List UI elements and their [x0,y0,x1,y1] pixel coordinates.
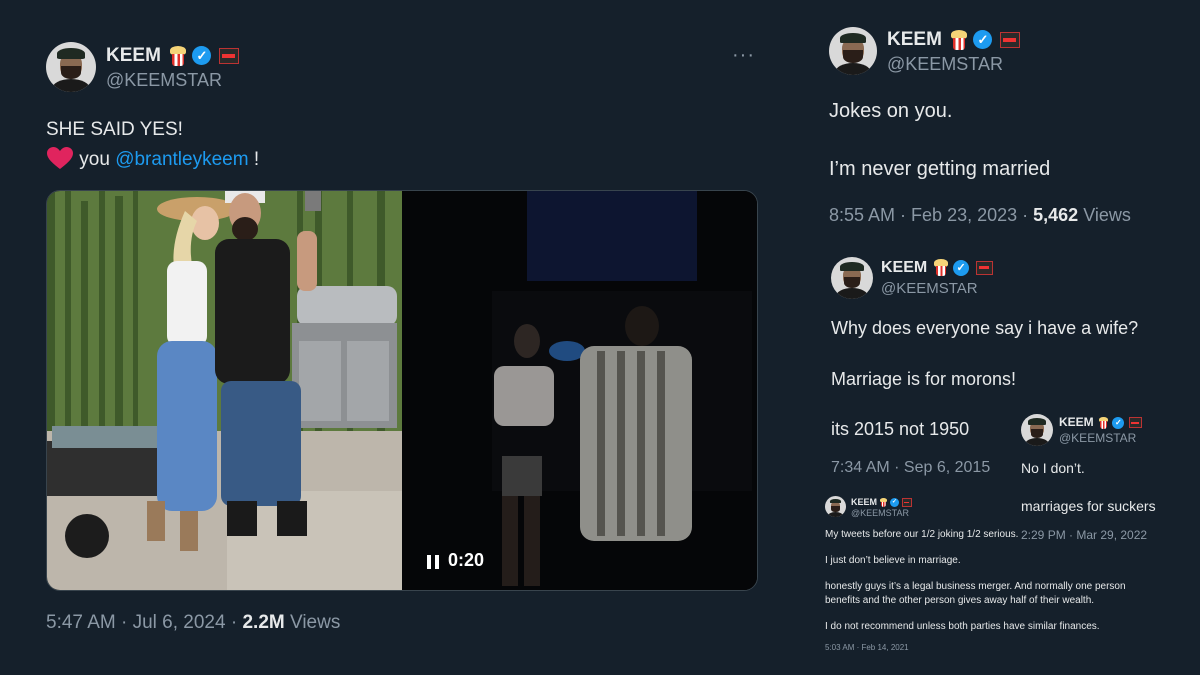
tweet-text-line-5: I do not recommend unless both parties h… [825,621,1100,632]
tweet-date[interactable]: Feb 23, 2023 [911,205,1017,225]
popcorn-emoji-icon [950,29,968,50]
flag-emoji-icon [218,47,239,64]
avatar[interactable] [46,42,96,92]
tweet-text-line-3: honestly guys it’s a legal business merg… [825,581,1126,592]
heart-emoji-icon [47,147,73,169]
display-name[interactable]: KEEM [887,29,942,50]
author-line: KEEM ✓ [851,497,912,508]
pause-button[interactable] [427,555,439,569]
flag-emoji-icon [999,31,1020,48]
pause-icon [427,555,439,569]
tweet-timestamp[interactable]: 5:03 AM · Feb 14, 2021 [825,643,909,652]
author-line: KEEM ✓ [106,45,239,67]
popcorn-emoji-icon [879,498,888,508]
user-handle[interactable]: @KEEMSTAR [881,280,978,297]
video-timestamp: 0:20 [448,550,485,570]
tweet-time[interactable]: 8:55 AM [829,205,895,225]
flag-emoji-icon [901,498,912,508]
engagement-photo[interactable] [47,191,402,590]
tweet-text-line-1: My tweets before our 1/2 joking 1/2 seri… [825,529,1019,540]
display-name[interactable]: KEEM [881,259,927,276]
media-container[interactable]: 0:20 [46,190,758,591]
tweet-text-line-2: marriages for suckers [1021,498,1156,514]
display-name[interactable]: KEEM [1059,415,1094,429]
tweet-time[interactable]: 5:47 AM [46,612,116,633]
tweet-text: you [79,149,110,170]
popcorn-emoji-icon [169,45,187,66]
verified-badge-icon: ✓ [192,46,212,66]
tweet-date[interactable]: Sep 6, 2015 [904,459,990,476]
tweet-meta: 8:55 AM · Feb 23, 2023 · 5,462 Views [829,205,1131,225]
tweet-time[interactable]: 7:34 AM [831,459,890,476]
video-player[interactable] [402,191,757,590]
views-label: Views [1083,205,1131,225]
more-options-button[interactable]: ··· [732,44,755,67]
user-handle[interactable]: @KEEMSTAR [887,54,1003,75]
tweet-timestamp[interactable]: 2:29 PM · Mar 29, 2022 [1021,528,1147,542]
avatar[interactable] [831,257,873,299]
tweet-text-end: ! [253,149,260,170]
tweet-text-line-2: Marriage is for morons! [831,369,1017,389]
user-handle[interactable]: @KEEMSTAR [106,70,222,91]
verified-badge-icon: ✓ [890,498,900,508]
popcorn-emoji-icon [1098,416,1109,429]
tweet-text-line-1: SHE SAID YES! [46,119,183,140]
avatar[interactable] [825,496,846,517]
author-line: KEEM ✓ [1059,415,1142,429]
views-count: 5,462 [1033,205,1079,225]
views-label: Views [290,612,341,633]
flag-emoji-icon [975,260,993,275]
verified-badge-icon: ✓ [1112,416,1125,429]
avatar[interactable] [1021,414,1053,446]
tweet-date[interactable]: Jul 6, 2024 [133,612,226,633]
display-name[interactable]: KEEM [106,45,161,66]
author-line: KEEM ✓ [887,29,1020,51]
display-name[interactable]: KEEM [851,497,877,507]
tweet-text-line-2: you @brantleykeem ! [46,146,259,171]
tweet-meta: 7:34 AM · Sep 6, 2015 [831,459,991,476]
mention-link[interactable]: @brantleykeem [115,149,248,170]
tweet-text-line-1: No I don’t. [1021,460,1085,476]
tweet-text-line-2: I’m never getting married [829,158,1051,180]
tweet-text-line-1: Why does everyone say i have a wife? [831,318,1139,338]
tweet-text-line-1: Jokes on you. [829,100,953,122]
tweet-text-line-3: its 2015 not 1950 [831,419,970,439]
popcorn-emoji-icon [934,259,949,277]
verified-badge-icon: ✓ [953,259,970,276]
views-count: 2.2M [242,612,285,633]
tweet-text-line-4: benefits and the other person gives away… [825,595,1095,606]
flag-emoji-icon [1128,417,1142,429]
tweet-meta: 5:47 AM · Jul 6, 2024 · 2.2M Views [46,612,341,633]
user-handle[interactable]: @KEEMSTAR [1059,431,1136,445]
user-handle[interactable]: @KEEMSTAR [851,508,909,518]
tweet-text-line-2: I just don’t believe in marriage. [825,555,961,566]
verified-badge-icon: ✓ [973,30,993,50]
author-line: KEEM ✓ [881,258,993,278]
avatar[interactable] [829,27,877,75]
